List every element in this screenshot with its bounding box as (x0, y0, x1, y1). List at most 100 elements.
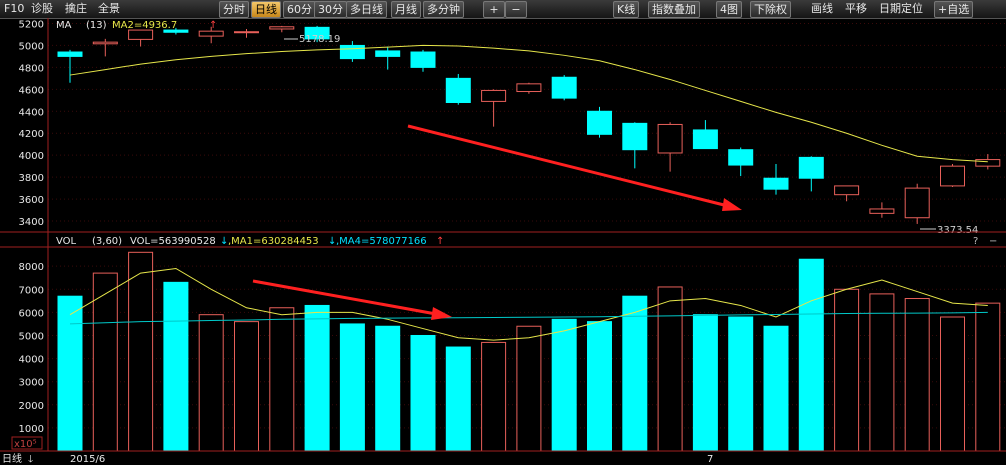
volume-bar (339, 323, 365, 452)
price-tick-label: 3400 (19, 217, 44, 228)
candle-body (940, 165, 965, 187)
down-arrow-icon: 🡓 (28, 454, 33, 465)
volume-bar (657, 286, 683, 452)
volume-bar (869, 293, 895, 452)
candle-body (198, 30, 224, 37)
ma2-arrow-icon: ↑ (209, 20, 217, 31)
pan-button[interactable]: 平移 (845, 2, 867, 16)
volume-tick-label: 3000 (19, 378, 44, 389)
capture-button[interactable]: 擒庄 (65, 2, 87, 16)
price-tick-label: 4800 (19, 63, 44, 74)
help-icon[interactable]: ? (973, 236, 978, 247)
vol-label: VOL=563990528 (130, 236, 216, 247)
ma1-label: ,MA1=630284453 (228, 236, 319, 247)
candle-body (587, 110, 612, 135)
close-icon[interactable]: − (989, 236, 997, 247)
zoom-out-button[interactable]: − (505, 1, 527, 18)
kline-chart[interactable]: 3400 3600 3800 4000 4200 4400 4600 4800 5000 5200… (0, 18, 1006, 465)
f10-button[interactable]: F10 (4, 2, 24, 16)
ma13-line (69, 44, 988, 163)
candle-body (269, 26, 295, 30)
volume-tick-label: 1000 (19, 424, 44, 435)
ex-rights-dropdown[interactable]: 下除权 (750, 1, 791, 18)
volume-tick-label: 8000 (19, 262, 44, 273)
candle-body (481, 89, 507, 102)
volume-bar (551, 318, 577, 452)
volume-bar (587, 321, 612, 452)
price-tick-label: 4200 (19, 129, 44, 140)
index-overlay-dropdown[interactable]: 指数叠加 (648, 1, 700, 18)
vol-indicator-name[interactable]: VOL (56, 236, 77, 247)
candle-body (834, 185, 860, 196)
volume-bar (940, 316, 965, 452)
volume-bar (92, 272, 118, 452)
price-tick-label: 3800 (19, 173, 44, 184)
price-tick-label: 5000 (19, 41, 44, 52)
candle-body (410, 51, 436, 68)
candle-body (692, 129, 718, 150)
bottom-period-label[interactable]: 日线 (2, 452, 22, 465)
candle-body (622, 122, 648, 151)
watchlist-dropdown[interactable]: +自选 (934, 1, 974, 18)
price-tick-label: 5200 (19, 19, 44, 30)
volume-bar (304, 304, 330, 452)
volume-tick-label: 6000 (19, 308, 44, 319)
diagnose-button[interactable]: 诊股 (31, 2, 53, 16)
kline-dropdown[interactable]: K线 (613, 1, 640, 18)
candle-body (975, 159, 1001, 167)
tab-intraday[interactable]: 分时 (219, 1, 249, 18)
candle-body (92, 41, 118, 45)
candle-body (234, 31, 259, 34)
volume-bar (163, 281, 189, 452)
candle-body (375, 50, 401, 57)
volume-bar (375, 325, 401, 452)
price-indicator-name[interactable]: MA (56, 20, 72, 31)
zoom-in-button[interactable]: + (483, 1, 505, 18)
low-label: 3373.54 (937, 225, 978, 236)
tab-30min[interactable]: 30分 (314, 1, 347, 18)
candle-body (339, 44, 365, 60)
candle-body (657, 123, 683, 154)
volume-bar (269, 307, 295, 452)
volume-bar (128, 251, 154, 452)
volume-bar (57, 295, 83, 452)
tab-multiday[interactable]: 多日线 (346, 1, 387, 18)
tab-daily[interactable]: 日线 (251, 1, 281, 18)
tab-60min[interactable]: 60分 (283, 1, 316, 18)
draw-line-button[interactable]: 画线 (811, 2, 833, 16)
volume-bar (798, 258, 824, 452)
price-tick-label: 4400 (19, 107, 44, 118)
tab-multiminute[interactable]: 多分钟 (423, 1, 464, 18)
ma4-arrow-icon: ↑ (436, 236, 444, 247)
candle-body (128, 29, 154, 40)
volume-bar (904, 298, 930, 452)
volume-tick-label: 4000 (19, 355, 44, 366)
price-y-axis: 3400 3600 3800 4000 4200 4400 4600 4800 5000 5200 (19, 19, 44, 228)
volume-tick-label: 2000 (19, 401, 44, 412)
ma4-label: ,MA4=578077166 (336, 236, 427, 247)
high-label: 5178.19 (299, 34, 340, 45)
date-label: 2015/6 (70, 454, 105, 465)
volume-bar (445, 346, 471, 452)
price-indicator-param: (13) (86, 20, 107, 31)
price-trend-arrow (407, 124, 742, 211)
four-chart-dropdown[interactable]: 4图 (716, 1, 742, 18)
overview-button[interactable]: 全景 (98, 2, 120, 16)
price-grid (48, 22, 1006, 222)
date-locate-button[interactable]: 日期定位 (879, 2, 923, 16)
volume-bar (975, 302, 1001, 452)
volume-bar (516, 325, 542, 452)
candle-body (57, 51, 83, 57)
tab-monthly[interactable]: 月线 (391, 1, 421, 18)
price-tick-label: 4000 (19, 151, 44, 162)
volume-bar (763, 325, 789, 452)
volume-y-axis: 1000 2000 3000 4000 5000 6000 7000 8000 (19, 262, 44, 435)
toolbar: F10 诊股 擒庄 全景 分时 日线 60分 30分 多日线 月线 多分钟 + … (0, 0, 1006, 19)
volume-bar (234, 321, 259, 452)
candle-body (728, 149, 754, 166)
candle-body (445, 77, 471, 104)
volume-tick-label: 5000 (19, 331, 44, 342)
candle-body (551, 76, 577, 99)
candle-body (904, 187, 930, 219)
candlesticks (57, 25, 1001, 224)
